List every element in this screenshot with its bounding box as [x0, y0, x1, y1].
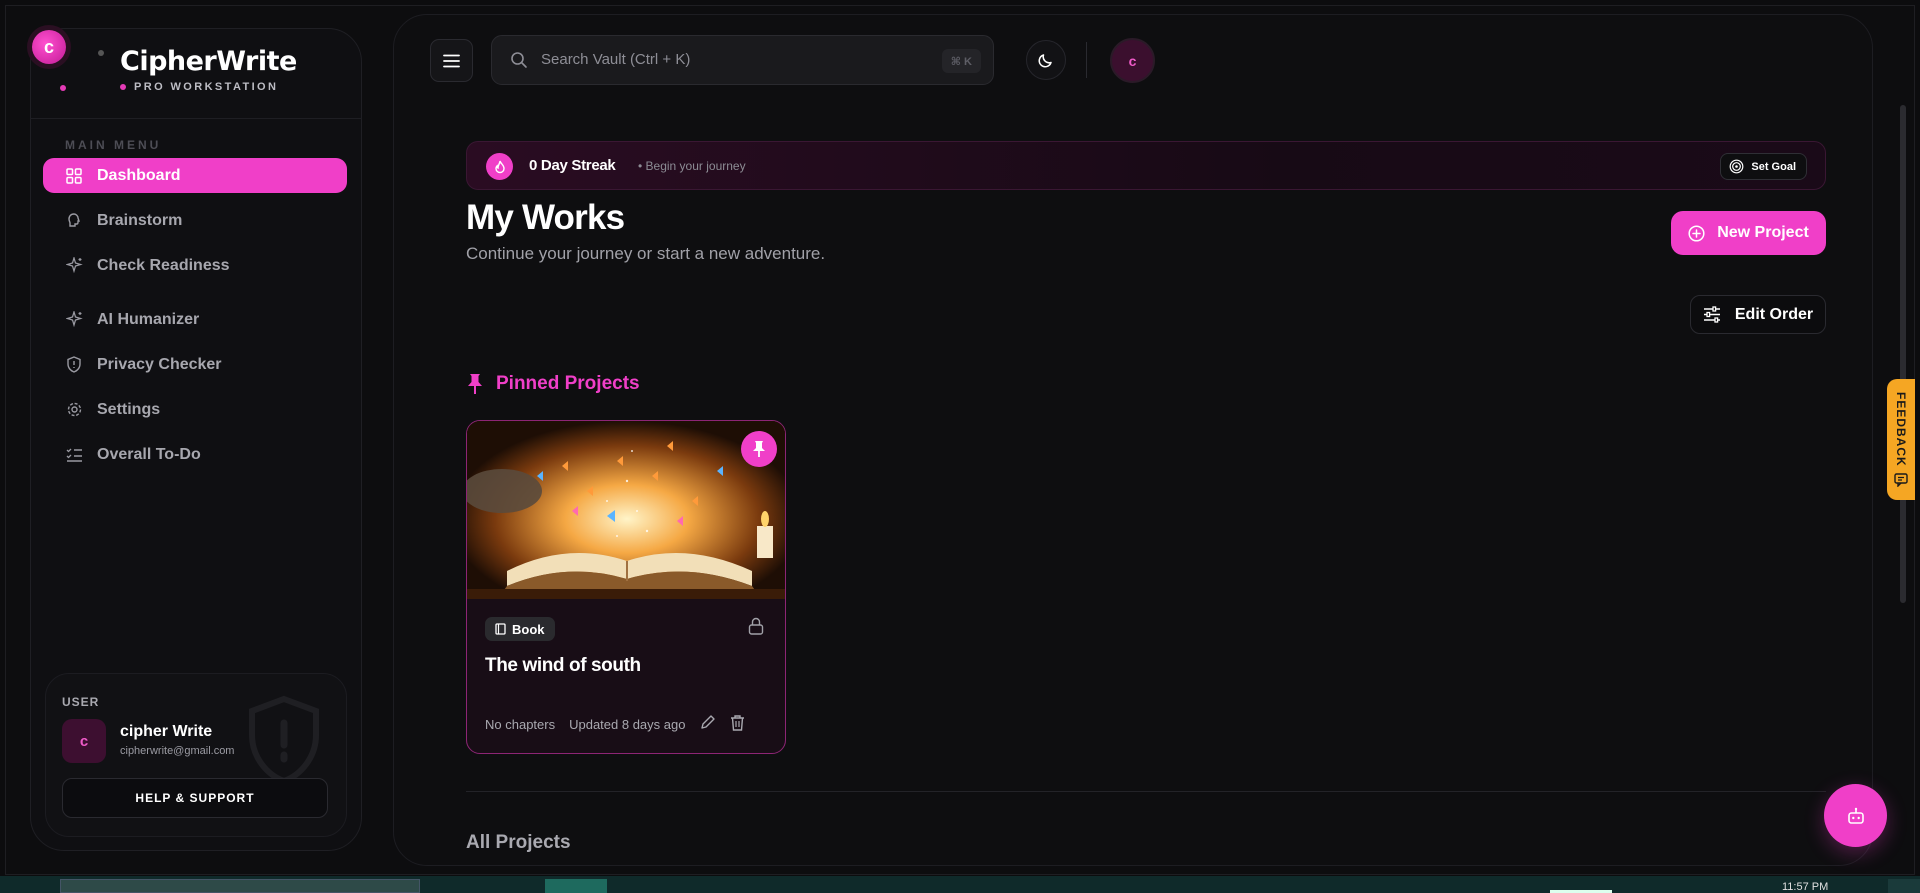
sidebar-item-brainstorm[interactable]: Brainstorm	[43, 203, 347, 238]
toolbar-divider	[1086, 42, 1087, 78]
search-input[interactable]: Search Vault (Ctrl + K) ⌘ K	[491, 35, 994, 85]
message-icon	[1894, 473, 1908, 487]
sidebar-item-label: Overall To-Do	[97, 445, 201, 463]
taskbar-app[interactable]	[545, 879, 607, 893]
menu-title: MAIN MENU	[65, 138, 162, 152]
brand-logo[interactable]: c	[32, 30, 66, 64]
streak-subtitle: • Begin your journey	[638, 159, 746, 173]
trash-icon	[731, 715, 745, 731]
pin-icon	[468, 374, 482, 394]
sidebar-item-settings[interactable]: Settings	[43, 392, 347, 427]
search-placeholder: Search Vault (Ctrl + K)	[541, 51, 691, 68]
brain-icon	[65, 212, 83, 230]
brand-logo-letter: c	[43, 36, 54, 57]
brand-decoration-dot	[60, 85, 66, 91]
theme-toggle-button[interactable]	[1026, 40, 1066, 80]
sidebar-item-dashboard[interactable]: Dashboard	[43, 158, 347, 193]
set-goal-button[interactable]: Set Goal	[1720, 153, 1807, 180]
taskbar-clock: 11:57 PM	[1782, 881, 1829, 893]
scrollbar[interactable]	[1900, 105, 1906, 603]
shield-icon	[65, 356, 83, 374]
new-project-button[interactable]: New Project	[1671, 211, 1826, 255]
project-chapters: No chapters	[485, 716, 556, 732]
checklist-icon	[65, 446, 83, 464]
lock-icon[interactable]	[748, 617, 764, 640]
moon-icon	[1038, 54, 1052, 68]
sidebar-item-label: Brainstorm	[97, 211, 183, 229]
book-icon	[495, 623, 506, 635]
taskbar-app[interactable]	[60, 879, 420, 893]
pinned-projects-heading: Pinned Projects	[466, 373, 640, 395]
project-title[interactable]: The wind of south	[485, 655, 641, 677]
sidebar-divider	[30, 118, 362, 119]
brand-subtitle: PRO WORKSTATION	[120, 81, 278, 93]
search-icon	[510, 51, 528, 74]
keyboard-shortcut-badge: ⌘ K	[941, 49, 981, 73]
all-projects-heading: All Projects	[466, 832, 571, 853]
feedback-tab[interactable]: FEEDBACK	[1887, 379, 1915, 500]
project-type-badge: Book	[485, 617, 555, 641]
menu-toggle-button[interactable]	[430, 39, 473, 82]
taskbar-tray[interactable]	[1888, 879, 1920, 893]
project-cover-image	[467, 421, 785, 599]
flame-icon	[486, 153, 513, 180]
project-card[interactable]: Book The wind of south No chapters Updat…	[466, 420, 786, 754]
section-divider	[466, 791, 1826, 792]
avatar[interactable]: c	[62, 719, 106, 763]
sparkle-icon	[65, 311, 83, 329]
user-label: USER	[62, 695, 100, 709]
brand-decoration-dot	[98, 50, 104, 56]
sidebar-item-label: Settings	[97, 400, 161, 418]
project-updated: Updated 8 days ago	[569, 716, 686, 732]
set-goal-label: Set Goal	[1751, 160, 1796, 173]
sidebar-item-label: AI Humanizer	[97, 310, 200, 328]
page-title: My Works	[466, 198, 625, 237]
help-support-button[interactable]: HELP & SUPPORT	[62, 778, 328, 818]
pin-icon	[753, 441, 765, 457]
sidebar-item-overall-todo[interactable]: Overall To-Do	[43, 437, 347, 472]
edit-order-button[interactable]: Edit Order	[1690, 295, 1826, 334]
feedback-label: FEEDBACK	[1894, 392, 1908, 467]
pencil-icon	[701, 715, 716, 729]
brand-name: CipherWrite	[120, 46, 297, 77]
ai-assistant-button[interactable]	[1824, 784, 1887, 847]
target-icon	[1729, 159, 1744, 174]
sidebar-item-label: Dashboard	[97, 166, 181, 184]
sliders-icon	[1703, 306, 1720, 323]
edit-order-label: Edit Order	[1734, 305, 1814, 323]
project-type-label: Book	[512, 621, 545, 637]
pinned-heading-label: Pinned Projects	[496, 373, 640, 394]
sidebar-item-label: Check Readiness	[97, 256, 230, 274]
project-meta: No chapters Updated 8 days ago	[485, 714, 745, 734]
os-taskbar: 11:57 PM	[0, 876, 1920, 893]
user-name: cipher Write	[120, 723, 213, 740]
avatar[interactable]: c	[1110, 38, 1155, 83]
hamburger-icon	[443, 54, 460, 67]
delete-project-button[interactable]	[730, 714, 745, 734]
robot-icon	[1847, 807, 1864, 824]
edit-project-button[interactable]	[699, 714, 716, 734]
gear-icon	[65, 401, 83, 419]
sidebar-item-ai-humanizer[interactable]: AI Humanizer	[43, 302, 347, 337]
user-email: cipherwrite@gmail.com	[120, 745, 235, 757]
page-subtitle: Continue your journey or start a new adv…	[466, 244, 826, 263]
sidebar-item-label: Privacy Checker	[97, 355, 222, 373]
new-project-label: New Project	[1717, 224, 1809, 241]
grid-icon	[65, 167, 83, 185]
unpin-button[interactable]	[741, 431, 777, 467]
plus-circle-icon	[1688, 224, 1705, 242]
streak-title: 0 Day Streak	[529, 157, 616, 174]
sparkle-icon	[65, 257, 83, 275]
streak-banner: 0 Day Streak • Begin your journey Set Go…	[466, 141, 1826, 190]
sidebar-item-check-readiness[interactable]: Check Readiness	[43, 248, 347, 283]
sidebar-item-privacy-checker[interactable]: Privacy Checker	[43, 347, 347, 382]
